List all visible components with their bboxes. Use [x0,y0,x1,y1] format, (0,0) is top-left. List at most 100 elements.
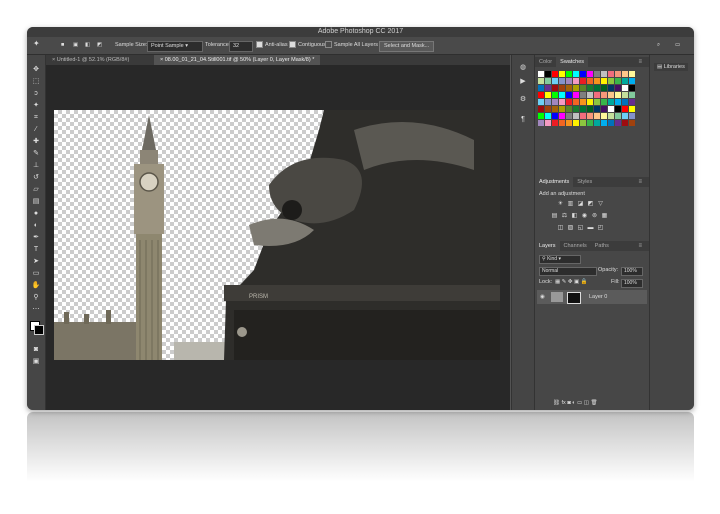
color-swatch[interactable] [615,99,621,105]
hue-saturation-icon[interactable]: ▤ [551,213,558,219]
color-swatch[interactable] [573,85,579,91]
color-swatch[interactable] [629,99,635,105]
black-white-icon[interactable]: ◧ [571,213,578,219]
color-swatch[interactable] [573,78,579,84]
color-swatch[interactable] [594,113,600,119]
color-swatch[interactable] [601,113,607,119]
sample-size-select[interactable]: Point Sample ▾ [147,41,203,52]
color-swatch[interactable] [594,106,600,112]
color-swatch[interactable] [552,113,558,119]
color-swatch[interactable] [580,85,586,91]
color-swatch[interactable] [622,99,628,105]
close-icon[interactable]: × [160,57,163,63]
panel-menu-icon[interactable]: ≡ [634,57,646,67]
color-swatch[interactable] [629,85,635,91]
color-swatch[interactable] [552,99,558,105]
healing-tool-icon[interactable]: ✚ [31,137,41,147]
opacity-input[interactable]: 100% [621,267,643,276]
history-brush-icon[interactable]: ↺ [31,173,41,183]
color-swatch[interactable] [587,120,593,126]
color-swatch[interactable] [552,92,558,98]
color-swatch[interactable] [601,99,607,105]
subtract-selection-icon[interactable]: ◧ [85,41,90,50]
color-swatch[interactable] [629,113,635,119]
color-swatch[interactable] [629,71,635,77]
intersect-selection-icon[interactable]: ◩ [97,41,102,50]
color-swatch[interactable] [608,92,614,98]
color-lookup-icon[interactable]: ▦ [601,213,608,219]
libraries-button[interactable]: ▤ Libraries [654,63,688,71]
color-swatch[interactable] [545,85,551,91]
pen-tool-icon[interactable]: ✒ [31,233,41,243]
levels-icon[interactable]: ▥ [567,201,574,207]
color-swatch[interactable] [594,78,600,84]
color-swatch[interactable] [587,113,593,119]
exposure-icon[interactable]: ◩ [587,201,594,207]
color-swatch[interactable] [615,78,621,84]
panel-menu-icon[interactable]: ≡ [634,177,646,187]
color-swatch[interactable] [622,106,628,112]
eraser-tool-icon[interactable]: ▱ [31,185,41,195]
color-swatch[interactable] [587,71,593,77]
brush-tool-icon[interactable]: ✎ [31,149,41,159]
color-swatch[interactable] [580,92,586,98]
color-swatch[interactable] [538,85,544,91]
color-swatch[interactable] [608,78,614,84]
color-swatch[interactable] [559,71,565,77]
sample-all-checkbox[interactable]: Sample All Layers [325,41,378,50]
type-tool-icon[interactable]: T [31,245,41,255]
color-swatch[interactable] [615,106,621,112]
layer-row[interactable]: ◉ Layer 0 [537,290,647,304]
lock-icons[interactable]: ▦ ✎ ✥ ▣ 🔒 [555,279,588,285]
color-swatch[interactable] [594,99,600,105]
color-swatch[interactable] [545,120,551,126]
color-swatch[interactable] [587,78,593,84]
color-swatch[interactable] [573,113,579,119]
color-swatch[interactable] [629,92,635,98]
color-swatch[interactable] [538,120,544,126]
play-actions-icon[interactable]: ▶ [518,77,528,87]
color-swatch[interactable] [566,106,572,112]
color-swatch[interactable] [594,71,600,77]
eyedropper-tool-icon[interactable]: ⁄ [31,125,41,135]
color-swatch[interactable] [538,71,544,77]
color-swatch[interactable] [538,78,544,84]
color-swatch[interactable] [629,120,635,126]
color-swatch[interactable] [615,71,621,77]
color-swatch[interactable] [580,78,586,84]
photo-filter-icon[interactable]: ◉ [581,213,588,219]
document-canvas[interactable]: PRISM [54,110,500,360]
layer-kind-filter[interactable]: ⚲ Kind ▾ [539,255,581,264]
path-selection-icon[interactable]: ➤ [31,257,41,267]
select-and-mask-button[interactable]: Select and Mask... [379,41,435,52]
add-selection-icon[interactable]: ▣ [73,41,78,50]
layer-name[interactable]: Layer 0 [589,294,607,300]
magic-wand-icon[interactable]: ✦ [33,39,40,48]
color-swatch[interactable] [622,113,628,119]
color-swatch[interactable] [545,99,551,105]
color-swatch[interactable] [587,99,593,105]
color-swatch[interactable] [601,85,607,91]
fill-input[interactable]: 100% [621,279,643,288]
color-swatch[interactable] [601,71,607,77]
color-swatch[interactable] [608,106,614,112]
color-swatch[interactable] [566,78,572,84]
color-swatch[interactable] [545,71,551,77]
gradient-map-icon[interactable]: ▬ [587,225,594,231]
color-swatch[interactable] [622,71,628,77]
color-swatch[interactable] [615,85,621,91]
color-swatch[interactable] [559,120,565,126]
color-swatch[interactable] [594,85,600,91]
tab-adjustments[interactable]: Adjustments [535,177,574,187]
tab-still[interactable]: × 08.00_01_21_04.Still001.tif @ 50% (Lay… [154,55,321,65]
color-swatch[interactable] [573,71,579,77]
tab-paths[interactable]: Paths [591,241,613,251]
color-swatch[interactable] [566,99,572,105]
more-tools-icon[interactable]: ⋯ [31,305,41,315]
color-swatch[interactable] [545,78,551,84]
selective-color-icon[interactable]: ◰ [597,225,604,231]
color-swatch[interactable] [608,85,614,91]
background-color-swatch[interactable] [34,325,44,335]
color-swatch[interactable] [566,85,572,91]
color-swatch[interactable] [580,99,586,105]
